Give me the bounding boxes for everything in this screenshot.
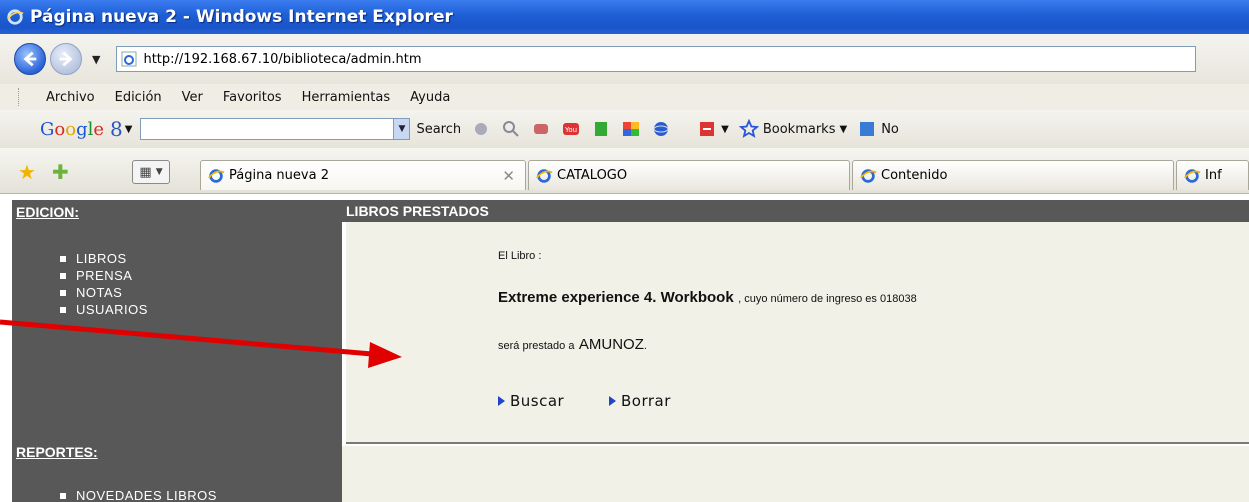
youtube-icon[interactable]: You	[561, 119, 581, 139]
tab-inf[interactable]: Inf	[1176, 160, 1249, 190]
notebook-button[interactable]: No	[881, 122, 899, 137]
send-to-dropdown-icon[interactable]: ▼	[721, 124, 729, 135]
address-url[interactable]: http://192.168.67.10/biblioteca/admin.ht…	[143, 52, 421, 67]
tab-pagina-nueva-2[interactable]: Página nueva 2 ✕	[200, 160, 526, 190]
book-line: Extreme experience 4. Workbook , cuyo nú…	[498, 289, 917, 307]
sidebar-item-novedades-libros[interactable]: NOVEDADES LIBROS	[60, 487, 217, 502]
navigation-bar: ▼ http://192.168.67.10/biblioteca/admin.…	[0, 34, 1249, 84]
quick-tabs-button[interactable]: ▦ ▼	[132, 160, 170, 184]
tab-label: Página nueva 2	[229, 168, 329, 183]
news-icon[interactable]	[531, 119, 551, 139]
history-dropdown-icon[interactable]: ▼	[92, 53, 100, 66]
user-name: AMUNOZ	[578, 336, 644, 353]
puzzle-icon[interactable]	[471, 119, 491, 139]
prestado-text: será prestado a	[498, 340, 575, 352]
menu-herramientas[interactable]: Herramientas	[302, 90, 391, 105]
google-toolbar: Google 8 ▼ ▼ Search You ▼ Bookmarks ▼ No	[0, 110, 1249, 148]
ie-tab-icon	[1184, 168, 1201, 183]
tab-catalogo[interactable]: CATALOGO	[528, 160, 850, 190]
libro-label: El Libro :	[498, 250, 542, 262]
sidebar-item-label: NOTAS	[76, 285, 123, 300]
tab-label: Contenido	[881, 168, 948, 183]
ie-logo-icon	[7, 9, 24, 25]
menu-ver[interactable]: Ver	[182, 90, 203, 105]
google-search-dropdown-icon[interactable]: ▼	[393, 119, 410, 139]
ingreso-text: , cuyo número de ingreso es 018038	[738, 293, 917, 305]
borrar-button[interactable]: Borrar	[609, 392, 671, 410]
page-content: EDICION: LIBROS PRENSA NOTAS USUARIOS RE…	[0, 194, 1249, 502]
tab-label: CATALOGO	[557, 168, 628, 183]
bullet-icon	[60, 306, 66, 313]
tab-bar: ★ ✚ ▦ ▼ Página nueva 2 ✕ CATALOGO Conten…	[0, 148, 1249, 194]
borrar-label: Borrar	[621, 392, 671, 410]
google-g8-icon[interactable]: 8	[110, 117, 123, 141]
green-book-icon[interactable]	[591, 119, 611, 139]
window-title-bar: Página nueva 2 - Windows Internet Explor…	[0, 0, 1249, 34]
bookmark-star-icon[interactable]	[738, 119, 759, 139]
play-triangle-icon	[609, 396, 616, 406]
edicion-header[interactable]: EDICION:	[16, 204, 79, 220]
add-favorite-icon[interactable]: ✚	[52, 160, 69, 184]
menu-ayuda[interactable]: Ayuda	[410, 90, 450, 105]
bullet-icon	[60, 492, 66, 499]
forward-button[interactable]	[50, 43, 82, 75]
reportes-header[interactable]: REPORTES:	[16, 444, 98, 460]
google-search-button[interactable]: Search	[416, 122, 461, 137]
sidebar-item-label: NOVEDADES LIBROS	[76, 488, 217, 502]
google-logo[interactable]: Google	[40, 119, 104, 140]
toolbar-grip[interactable]	[18, 88, 21, 106]
bookmarks-button[interactable]: Bookmarks	[763, 122, 836, 137]
quick-tabs-grid-icon: ▦	[139, 164, 152, 180]
loan-panel: El Libro : Extreme experience 4. Workboo…	[346, 222, 1249, 444]
prestado-line: será prestado a AMUNOZ.	[498, 336, 647, 354]
bookmarks-dropdown-icon[interactable]: ▼	[839, 124, 847, 135]
edicion-list: LIBROS PRENSA NOTAS USUARIOS	[60, 250, 148, 318]
sidebar-item-prensa[interactable]: PRENSA	[60, 267, 148, 284]
tab-list-dropdown-icon[interactable]: ▼	[156, 167, 163, 177]
back-arrow-icon	[23, 51, 37, 67]
forward-arrow-icon	[59, 51, 73, 67]
ie-tab-icon	[860, 168, 877, 183]
lower-panel	[342, 446, 1249, 502]
sidebar-item-label: USUARIOS	[76, 302, 148, 317]
tab-label: Inf	[1205, 168, 1222, 183]
book-title: Extreme experience 4. Workbook	[498, 289, 734, 306]
bullet-icon	[60, 289, 66, 296]
menu-edicion[interactable]: Edición	[115, 90, 162, 105]
buscar-label: Buscar	[510, 392, 565, 410]
close-tab-icon[interactable]: ✕	[502, 167, 515, 185]
page-ie-icon	[121, 51, 137, 67]
menu-bar: Archivo Edición Ver Favoritos Herramient…	[0, 84, 1249, 110]
menu-favoritos[interactable]: Favoritos	[223, 90, 282, 105]
sidebar-item-usuarios[interactable]: USUARIOS	[60, 301, 148, 318]
bullet-icon	[60, 255, 66, 262]
ie-tab-icon	[208, 168, 225, 183]
tab-contenido[interactable]: Contenido	[852, 160, 1174, 190]
bullet-icon	[60, 272, 66, 279]
send-to-icon[interactable]	[697, 119, 717, 139]
globe-icon[interactable]	[651, 119, 671, 139]
notebook-icon[interactable]	[857, 119, 877, 139]
sidebar-item-notas[interactable]: NOTAS	[60, 284, 148, 301]
google-search-input[interactable]: ▼	[140, 118, 411, 140]
favorites-star-icon[interactable]: ★	[18, 160, 36, 184]
back-button[interactable]	[14, 43, 46, 75]
menu-archivo[interactable]: Archivo	[46, 90, 95, 105]
buscar-button[interactable]: Buscar	[498, 392, 564, 410]
sidebar-item-label: LIBROS	[76, 251, 127, 266]
ie-tab-icon	[536, 168, 553, 183]
magnifier-icon[interactable]	[501, 119, 521, 139]
play-triangle-icon	[498, 396, 505, 406]
sidebar-item-label: PRENSA	[76, 268, 133, 283]
svg-text:You: You	[564, 126, 577, 134]
colors-icon[interactable]	[621, 119, 641, 139]
sidebar: EDICION: LIBROS PRENSA NOTAS USUARIOS RE…	[12, 200, 342, 502]
section-header: LIBROS PRESTADOS	[342, 200, 1249, 222]
reportes-list: NOVEDADES LIBROS	[60, 487, 217, 502]
google-menu-dropdown-icon[interactable]: ▼	[125, 124, 133, 135]
period-text: .	[643, 340, 647, 352]
window-title: Página nueva 2 - Windows Internet Explor…	[30, 7, 453, 27]
address-bar[interactable]: http://192.168.67.10/biblioteca/admin.ht…	[116, 46, 1197, 72]
sidebar-item-libros[interactable]: LIBROS	[60, 250, 148, 267]
